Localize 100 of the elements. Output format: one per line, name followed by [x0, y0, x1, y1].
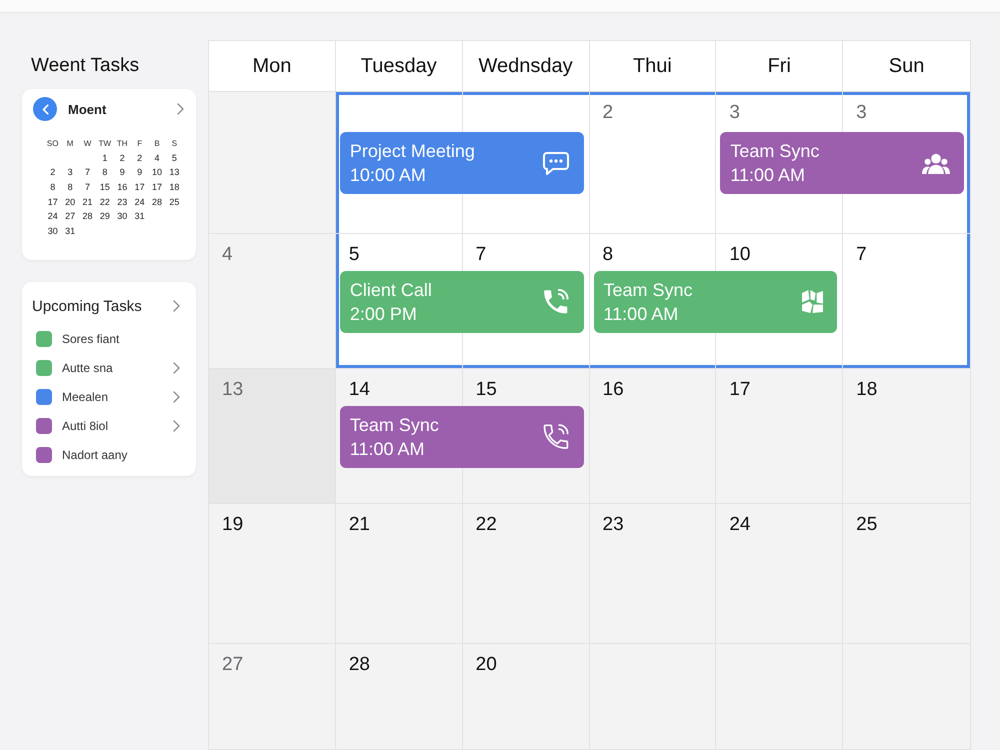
date-number[interactable]: 29 [96, 211, 114, 222]
day-number: 2 [602, 102, 614, 123]
day-number: 28 [348, 654, 370, 675]
day-number: 21 [348, 514, 370, 535]
previous-month-button[interactable] [33, 97, 57, 121]
day-number: 3 [729, 102, 740, 123]
date-number[interactable]: 1 [96, 152, 114, 163]
date-number[interactable]: 17 [44, 196, 62, 207]
event-title: Team Sync [730, 140, 820, 163]
phone-icon [542, 289, 570, 314]
date-number[interactable]: 22 [96, 196, 114, 207]
day-number: 27 [222, 654, 244, 675]
date-number[interactable]: 25 [166, 196, 184, 207]
day-number: 13 [222, 379, 244, 400]
day-number: 20 [476, 654, 497, 675]
day-number: 15 [476, 379, 497, 400]
event-card[interactable]: Team Sync 11:00 AM [720, 132, 964, 194]
chevron-left-icon [42, 104, 48, 114]
date-number[interactable]: 28 [148, 196, 166, 207]
date-number[interactable]: 13 [166, 167, 184, 178]
task-item[interactable]: Autti 8iol [32, 411, 180, 440]
weekday-label: S [170, 138, 178, 148]
date-number[interactable]: 2 [130, 152, 148, 163]
weekday-label: TH [116, 138, 129, 148]
date-number[interactable]: 30 [44, 226, 62, 236]
next-month-button[interactable] [177, 103, 184, 115]
weekday-label: M [66, 138, 74, 148]
date-number[interactable]: 17 [130, 182, 148, 192]
day-number: 14 [348, 379, 370, 400]
day-number: 10 [729, 244, 750, 265]
chevron-right-icon [173, 390, 180, 402]
date-number[interactable]: 2 [44, 167, 62, 178]
date-number[interactable]: 24 [44, 211, 62, 222]
day-number: 16 [602, 379, 624, 400]
event-title: Project Meeting [350, 140, 475, 163]
date-number[interactable]: 20 [61, 196, 79, 207]
date-number[interactable]: 24 [130, 196, 148, 207]
weekday-header: Wednsday [478, 54, 573, 78]
weekday-header: Tuesday [360, 54, 437, 78]
day-number: 4 [222, 244, 233, 265]
task-item[interactable]: Meealen [32, 382, 180, 411]
event-time: 11:00 AM [350, 438, 426, 460]
date-number[interactable]: 5 [166, 152, 184, 163]
event-title: Team Sync [604, 278, 693, 302]
date-number[interactable]: 30 [114, 211, 131, 222]
chevron-right-icon[interactable] [173, 300, 180, 312]
chevron-right-icon [177, 103, 184, 115]
day-number: 19 [222, 514, 244, 535]
day-number: 24 [729, 514, 750, 535]
date-number[interactable]: 9 [114, 167, 131, 178]
event-card[interactable]: Project Meeting 10:00 AM [340, 132, 584, 194]
date-number[interactable]: 23 [114, 196, 131, 207]
date-number[interactable]: 31 [130, 211, 148, 222]
weekday-label: W [82, 138, 92, 148]
date-number[interactable]: 3 [61, 167, 79, 178]
date-number[interactable]: 8 [44, 182, 62, 192]
date-number[interactable]: 17 [148, 182, 166, 192]
event-time: 10:00 AM [350, 164, 427, 187]
month-title: Moent [68, 102, 108, 116]
date-number[interactable]: 10 [148, 167, 166, 178]
weekday-header: Sun [888, 54, 924, 78]
weekday-label: F [136, 138, 144, 148]
date-number[interactable]: 21 [78, 196, 96, 207]
date-number[interactable]: 18 [166, 182, 184, 192]
date-number[interactable]: 8 [61, 182, 79, 192]
date-number[interactable]: 31 [61, 226, 79, 236]
chevron-right-icon [173, 420, 180, 432]
day-number: 22 [476, 514, 497, 535]
day-number: 5 [348, 244, 360, 265]
weekday-label: SO [46, 138, 60, 148]
day-number: 18 [856, 379, 878, 400]
date-number[interactable]: 7 [78, 182, 96, 192]
task-item[interactable]: Sores fiant [32, 324, 180, 353]
date-number[interactable]: 4 [148, 152, 166, 163]
day-number: 8 [602, 244, 614, 265]
day-number: 23 [602, 514, 624, 535]
day-number: 7 [476, 244, 486, 265]
chat-bubble-icon [542, 150, 570, 176]
date-number[interactable]: 8 [96, 167, 114, 178]
event-title: Client Call [350, 278, 432, 302]
date-number[interactable]: 28 [78, 211, 96, 222]
day-number: 3 [856, 102, 867, 123]
weekday-header: Fri [768, 54, 791, 78]
task-item[interactable]: Autte sna [32, 353, 180, 382]
day-number: 7 [856, 244, 867, 265]
event-time: 11:00 AM [604, 302, 680, 326]
date-number[interactable]: 9 [130, 167, 148, 178]
event-card[interactable]: Team Sync 11:00 AM [340, 406, 584, 468]
date-number[interactable]: 2 [114, 152, 131, 163]
weekday-label: B [153, 138, 161, 148]
phone-icon [542, 424, 570, 449]
folded-map-icon [802, 290, 824, 313]
task-item[interactable]: Nadort aany [32, 440, 180, 469]
date-number[interactable]: 16 [114, 182, 131, 192]
date-number[interactable]: 15 [96, 182, 114, 192]
date-number[interactable]: 7 [78, 167, 96, 178]
event-title: Team Sync [350, 414, 439, 436]
event-time: 2:00 PM [350, 302, 418, 326]
date-number[interactable]: 27 [61, 211, 79, 222]
weekday-label: TW [98, 138, 112, 148]
